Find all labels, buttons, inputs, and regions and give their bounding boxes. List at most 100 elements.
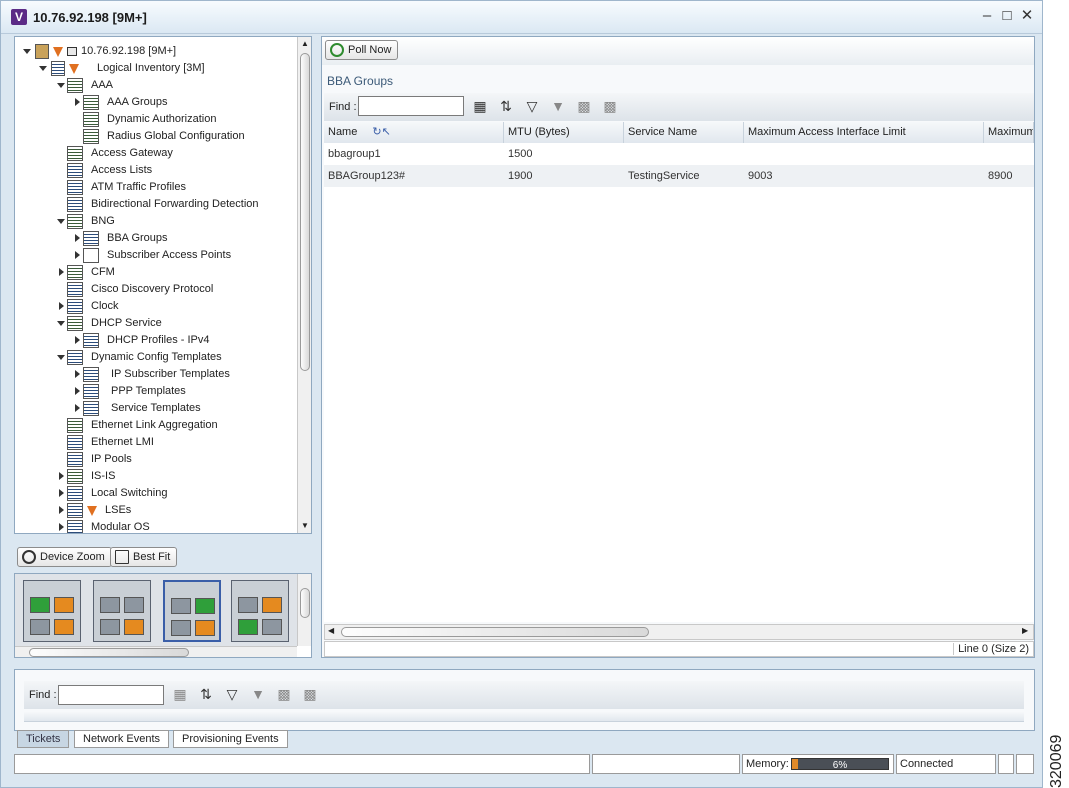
expand-icon[interactable] [59, 506, 64, 514]
scroll-right-icon[interactable]: ▶ [1022, 626, 1028, 635]
table-icon [83, 129, 99, 144]
tree-label: 10.76.92.198 [9M+] [81, 45, 177, 57]
scroll-down-icon[interactable]: ▼ [301, 521, 309, 530]
memory-bar: 6% [791, 758, 889, 771]
column-header-mtu[interactable]: MTU (Bytes) [504, 122, 624, 143]
maximize-icon[interactable]: □ [999, 8, 1015, 24]
expand-icon[interactable] [75, 370, 80, 378]
tree-label: Logical Inventory [3M] [97, 62, 205, 74]
find-label: Find : [329, 101, 357, 113]
sort-icon[interactable]: ⇅ [498, 98, 514, 114]
column-header-maximum[interactable]: Maximum [984, 122, 1034, 143]
memory-label: Memory: [746, 758, 789, 770]
events-find-input[interactable] [58, 685, 164, 705]
table-row[interactable]: BBAGroup123# 1900 TestingService 9003 89… [324, 165, 1034, 187]
content-panel: Poll Now BBA Groups Find : ▦ ⇅ ▽ ▼ ▩ ▩ N… [321, 36, 1035, 658]
find-input[interactable] [358, 96, 464, 116]
inventory-icon [51, 61, 65, 76]
tree-label: LSEs [105, 504, 132, 516]
close-icon[interactable]: ✕ [1019, 8, 1035, 24]
scroll-up-icon[interactable]: ▲ [301, 39, 309, 48]
scroll-thumb[interactable] [300, 53, 310, 371]
chassis-card[interactable] [163, 580, 221, 642]
scroll-thumb[interactable] [341, 627, 649, 637]
poll-now-button[interactable]: Poll Now [325, 40, 399, 60]
table-icon [67, 282, 83, 297]
expand-icon[interactable] [57, 321, 65, 326]
figure-number-text: 320069 [1048, 734, 1065, 788]
table-status-bar: Line 0 (Size 2) [324, 641, 1034, 657]
alarm-icon [69, 64, 79, 74]
tree-label: Local Switching [91, 487, 168, 499]
events-find-toolbar: Find : ▦ ⇅ ▽ ▼ ▩ ▩ [24, 681, 1024, 709]
expand-icon[interactable] [57, 219, 65, 224]
expand-icon[interactable] [75, 336, 80, 344]
expand-icon[interactable] [75, 404, 80, 412]
filter-icon[interactable]: ▽ [524, 98, 540, 114]
chassis-card[interactable] [93, 580, 151, 642]
expand-icon[interactable] [75, 387, 80, 395]
advanced-filter-icon[interactable]: ▼ [550, 98, 566, 114]
tab-provisioning-events[interactable]: Provisioning Events [173, 730, 288, 748]
minimize-icon[interactable]: – [979, 8, 995, 24]
table-icon [67, 418, 83, 433]
table-icon [83, 401, 99, 416]
device-view-hscroll[interactable] [15, 646, 297, 657]
table-hscroll[interactable]: ◀ ▶ [324, 624, 1034, 640]
line-count: Line 0 (Size 2) [953, 643, 1029, 655]
scroll-left-icon[interactable]: ◀ [328, 626, 334, 635]
expand-icon[interactable] [59, 472, 64, 480]
expand-icon[interactable] [59, 268, 64, 276]
device-view[interactable] [14, 573, 312, 658]
tree-label: DHCP Profiles - IPv4 [107, 334, 210, 346]
device-view-vscroll[interactable] [297, 574, 311, 646]
advanced-filter-icon[interactable]: ▼ [250, 686, 266, 702]
export-icon[interactable]: ▩ [576, 98, 592, 114]
expand-icon[interactable] [59, 523, 64, 531]
tree-label: Ethernet Link Aggregation [91, 419, 218, 431]
table-icon [83, 367, 99, 382]
tree-scrollbar[interactable]: ▲ ▼ [297, 37, 311, 533]
title-bar: V 10.76.92.198 [9M+] – □ ✕ [1, 1, 1042, 34]
export-icon[interactable]: ▩ [276, 686, 292, 702]
filter-icon[interactable]: ▽ [224, 686, 240, 702]
column-header-service-name[interactable]: Service Name [624, 122, 744, 143]
expand-icon[interactable] [57, 83, 65, 88]
tab-tickets[interactable]: Tickets [17, 730, 70, 748]
table-row[interactable]: bbagroup1 1500 [324, 143, 1034, 165]
tree-label: AAA Groups [107, 96, 168, 108]
expand-icon[interactable] [75, 98, 80, 106]
expand-icon[interactable] [59, 302, 64, 310]
table-icon [83, 231, 99, 246]
column-header-name[interactable]: Name ↻↖ [324, 122, 504, 143]
tree-label: Modular OS [91, 521, 150, 533]
save-icon[interactable]: ▦ [472, 98, 488, 114]
print-icon[interactable]: ▩ [302, 686, 318, 702]
status-icon [67, 47, 77, 56]
expand-icon[interactable] [75, 234, 80, 242]
tree-label: Access Gateway [91, 147, 173, 159]
magnifier-icon [22, 550, 36, 564]
table-icon [83, 95, 99, 110]
column-header-max-access-interface-limit[interactable]: Maximum Access Interface Limit [744, 122, 984, 143]
tree-label: IS-IS [91, 470, 116, 482]
print-icon[interactable]: ▩ [602, 98, 618, 114]
expand-icon[interactable] [75, 251, 80, 259]
status-segment [998, 754, 1014, 774]
expand-icon[interactable] [57, 355, 65, 360]
figure-number: 320069 [1046, 726, 1068, 788]
status-bar: Memory: 6% Connected [14, 754, 1035, 774]
chassis-card[interactable] [23, 580, 81, 642]
table-icon [67, 452, 83, 467]
chassis-card[interactable] [231, 580, 289, 642]
tree-label: BNG [91, 215, 115, 227]
sort-icon[interactable]: ⇅ [198, 686, 214, 702]
save-icon[interactable]: ▦ [172, 686, 188, 702]
memory-indicator: Memory: 6% [742, 754, 894, 774]
best-fit-button[interactable]: Best Fit [110, 547, 178, 567]
alarm-icon [87, 506, 97, 516]
cell-name: bbagroup1 [328, 148, 381, 160]
expand-icon[interactable] [59, 489, 64, 497]
device-zoom-button[interactable]: Device Zoom [17, 547, 112, 567]
tab-network-events[interactable]: Network Events [74, 730, 170, 748]
